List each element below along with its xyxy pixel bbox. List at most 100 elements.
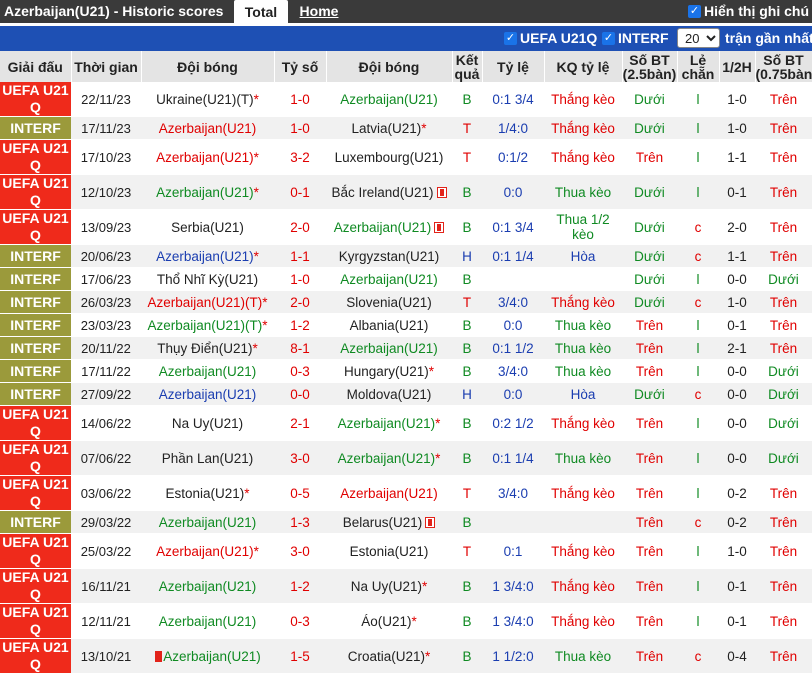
league-cell[interactable]: INTERF bbox=[0, 359, 71, 383]
league-cell[interactable]: INTERF bbox=[0, 244, 71, 268]
away-team-cell[interactable]: Azerbaijan(U21) bbox=[326, 267, 452, 291]
home-team-cell[interactable]: Azerbaijan(U21)* bbox=[141, 244, 274, 268]
table-row[interactable]: INTERF 26/03/23 Azerbaijan(U21)(T)* 2-0 Slov… bbox=[0, 290, 812, 314]
score-cell[interactable]: 1-0 bbox=[274, 82, 326, 117]
away-team-cell[interactable]: Bắc Ireland(U21) bbox=[326, 174, 452, 210]
league-cell[interactable]: UEFA U21 Q bbox=[0, 603, 71, 639]
score-cell[interactable]: 1-0 bbox=[274, 116, 326, 140]
home-team-cell[interactable]: Na Uy(U21) bbox=[141, 405, 274, 441]
tab-total[interactable]: Total bbox=[234, 0, 288, 26]
table-row[interactable]: UEFA U21 Q 07/06/22 Phần Lan(U21) 3-0 Azerba… bbox=[0, 440, 812, 476]
away-team-cell[interactable]: Azerbaijan(U21) bbox=[326, 475, 452, 511]
home-team-cell[interactable]: Estonia(U21)* bbox=[141, 475, 274, 511]
home-team-cell[interactable]: Azerbaijan(U21)* bbox=[141, 139, 274, 175]
home-team-cell[interactable]: Azerbaijan(U21) bbox=[141, 638, 274, 674]
table-row[interactable]: UEFA U21 Q 13/09/23 Serbia(U21) 2-0 Azerbaij… bbox=[0, 209, 812, 245]
away-team-cell[interactable]: Latvia(U21)* bbox=[326, 116, 452, 140]
table-row[interactable]: UEFA U21 Q 12/10/23 Azerbaijan(U21)* 0-1 Bắc… bbox=[0, 174, 812, 210]
table-row[interactable]: INTERF 20/11/22 Thụy Điển(U21)* 8-1 Azerbaij… bbox=[0, 336, 812, 360]
score-cell[interactable]: 0-3 bbox=[274, 603, 326, 639]
league-cell[interactable]: UEFA U21 Q bbox=[0, 82, 71, 117]
home-team-cell[interactable]: Thổ Nhĩ Kỳ(U21) bbox=[141, 267, 274, 291]
table-row[interactable]: INTERF 17/06/23 Thổ Nhĩ Kỳ(U21) 1-0 Azerbaij… bbox=[0, 267, 812, 291]
score-cell[interactable]: 0-5 bbox=[274, 475, 326, 511]
home-team-cell[interactable]: Phần Lan(U21) bbox=[141, 440, 274, 476]
league-cell[interactable]: UEFA U21 Q bbox=[0, 209, 71, 245]
score-cell[interactable]: 2-0 bbox=[274, 290, 326, 314]
score-cell[interactable]: 1-1 bbox=[274, 244, 326, 268]
away-team-cell[interactable]: Slovenia(U21) bbox=[326, 290, 452, 314]
away-team-cell[interactable]: Na Uy(U21)* bbox=[326, 568, 452, 604]
score-cell[interactable]: 1-0 bbox=[274, 267, 326, 291]
table-row[interactable]: UEFA U21 Q 14/06/22 Na Uy(U21) 2-1 Azerbaija… bbox=[0, 405, 812, 441]
home-team-cell[interactable]: Azerbaijan(U21) bbox=[141, 510, 274, 534]
score-cell[interactable]: 0-3 bbox=[274, 359, 326, 383]
league-cell[interactable]: UEFA U21 Q bbox=[0, 475, 71, 511]
score-cell[interactable]: 3-2 bbox=[274, 139, 326, 175]
score-cell[interactable]: 0-0 bbox=[274, 382, 326, 406]
score-cell[interactable]: 3-0 bbox=[274, 440, 326, 476]
match-count-select[interactable]: 20 bbox=[677, 28, 720, 48]
away-team-cell[interactable]: Azerbaijan(U21)* bbox=[326, 405, 452, 441]
league-cell[interactable]: UEFA U21 Q bbox=[0, 533, 71, 569]
away-team-cell[interactable]: Belarus(U21) bbox=[326, 510, 452, 534]
score-cell[interactable]: 1-5 bbox=[274, 638, 326, 674]
league-cell[interactable]: UEFA U21 Q bbox=[0, 405, 71, 441]
score-cell[interactable]: 1-2 bbox=[274, 313, 326, 337]
home-team-cell[interactable]: Azerbaijan(U21)(T)* bbox=[141, 290, 274, 314]
table-row[interactable]: UEFA U21 Q 03/06/22 Estonia(U21)* 0-5 Azerba… bbox=[0, 475, 812, 511]
away-team-cell[interactable]: Moldova(U21) bbox=[326, 382, 452, 406]
away-team-cell[interactable]: Áo(U21)* bbox=[326, 603, 452, 639]
table-row[interactable]: UEFA U21 Q 13/10/21 Azerbaijan(U21) 1-5 Croa… bbox=[0, 638, 812, 674]
away-team-cell[interactable]: Kyrgyzstan(U21) bbox=[326, 244, 452, 268]
table-row[interactable]: INTERF 29/03/22 Azerbaijan(U21) 1-3 Belarus(… bbox=[0, 510, 812, 534]
away-team-cell[interactable]: Luxembourg(U21) bbox=[326, 139, 452, 175]
away-team-cell[interactable]: Azerbaijan(U21) bbox=[326, 209, 452, 245]
home-team-cell[interactable]: Azerbaijan(U21) bbox=[141, 382, 274, 406]
home-team-cell[interactable]: Azerbaijan(U21) bbox=[141, 116, 274, 140]
table-row[interactable]: UEFA U21 Q 16/11/21 Azerbaijan(U21) 1-2 Na U… bbox=[0, 568, 812, 604]
home-team-cell[interactable]: Azerbaijan(U21)* bbox=[141, 174, 274, 210]
league-cell[interactable]: UEFA U21 Q bbox=[0, 568, 71, 604]
table-row[interactable]: INTERF 20/06/23 Azerbaijan(U21)* 1-1 Kyrgyzs… bbox=[0, 244, 812, 268]
league-cell[interactable]: INTERF bbox=[0, 336, 71, 360]
score-cell[interactable]: 1-3 bbox=[274, 510, 326, 534]
score-cell[interactable]: 1-2 bbox=[274, 568, 326, 604]
league-cell[interactable]: INTERF bbox=[0, 313, 71, 337]
league-cell[interactable]: INTERF bbox=[0, 510, 71, 534]
checkbox-checked-icon[interactable]: ✓ bbox=[602, 31, 615, 45]
away-team-cell[interactable]: Albania(U21) bbox=[326, 313, 452, 337]
league-cell[interactable]: UEFA U21 Q bbox=[0, 440, 71, 476]
home-team-cell[interactable]: Azerbaijan(U21)* bbox=[141, 533, 274, 569]
filter-interf[interactable]: ✓ INTERF bbox=[602, 30, 669, 46]
home-team-cell[interactable]: Azerbaijan(U21)(T)* bbox=[141, 313, 274, 337]
league-cell[interactable]: INTERF bbox=[0, 290, 71, 314]
checkbox-checked-icon[interactable]: ✓ bbox=[688, 4, 701, 18]
score-cell[interactable]: 3-0 bbox=[274, 533, 326, 569]
home-team-cell[interactable]: Azerbaijan(U21) bbox=[141, 568, 274, 604]
score-cell[interactable]: 2-1 bbox=[274, 405, 326, 441]
league-cell[interactable]: INTERF bbox=[0, 267, 71, 291]
table-row[interactable]: INTERF 17/11/23 Azerbaijan(U21) 1-0 Latvia(U… bbox=[0, 116, 812, 140]
away-team-cell[interactable]: Estonia(U21) bbox=[326, 533, 452, 569]
away-team-cell[interactable]: Azerbaijan(U21)* bbox=[326, 440, 452, 476]
away-team-cell[interactable]: Croatia(U21)* bbox=[326, 638, 452, 674]
away-team-cell[interactable]: Azerbaijan(U21) bbox=[326, 336, 452, 360]
tab-home[interactable]: Home bbox=[291, 3, 347, 19]
home-team-cell[interactable]: Serbia(U21) bbox=[141, 209, 274, 245]
league-cell[interactable]: UEFA U21 Q bbox=[0, 638, 71, 674]
table-row[interactable]: INTERF 27/09/22 Azerbaijan(U21) 0-0 Moldova(… bbox=[0, 382, 812, 406]
table-row[interactable]: UEFA U21 Q 25/03/22 Azerbaijan(U21)* 3-0 Est… bbox=[0, 533, 812, 569]
home-team-cell[interactable]: Thụy Điển(U21)* bbox=[141, 336, 274, 360]
league-cell[interactable]: UEFA U21 Q bbox=[0, 174, 71, 210]
home-team-cell[interactable]: Azerbaijan(U21) bbox=[141, 603, 274, 639]
score-cell[interactable]: 0-1 bbox=[274, 174, 326, 210]
table-row[interactable]: UEFA U21 Q 22/11/23 Ukraine(U21)(T)* 1-0 Aze… bbox=[0, 82, 812, 117]
home-team-cell[interactable]: Ukraine(U21)(T)* bbox=[141, 82, 274, 117]
league-cell[interactable]: INTERF bbox=[0, 382, 71, 406]
table-row[interactable]: UEFA U21 Q 17/10/23 Azerbaijan(U21)* 3-2 Lux… bbox=[0, 139, 812, 175]
show-notes-toggle[interactable]: ✓ Hiển thị ghi chú bbox=[688, 3, 809, 19]
league-cell[interactable]: INTERF bbox=[0, 116, 71, 140]
away-team-cell[interactable]: Hungary(U21)* bbox=[326, 359, 452, 383]
home-team-cell[interactable]: Azerbaijan(U21) bbox=[141, 359, 274, 383]
